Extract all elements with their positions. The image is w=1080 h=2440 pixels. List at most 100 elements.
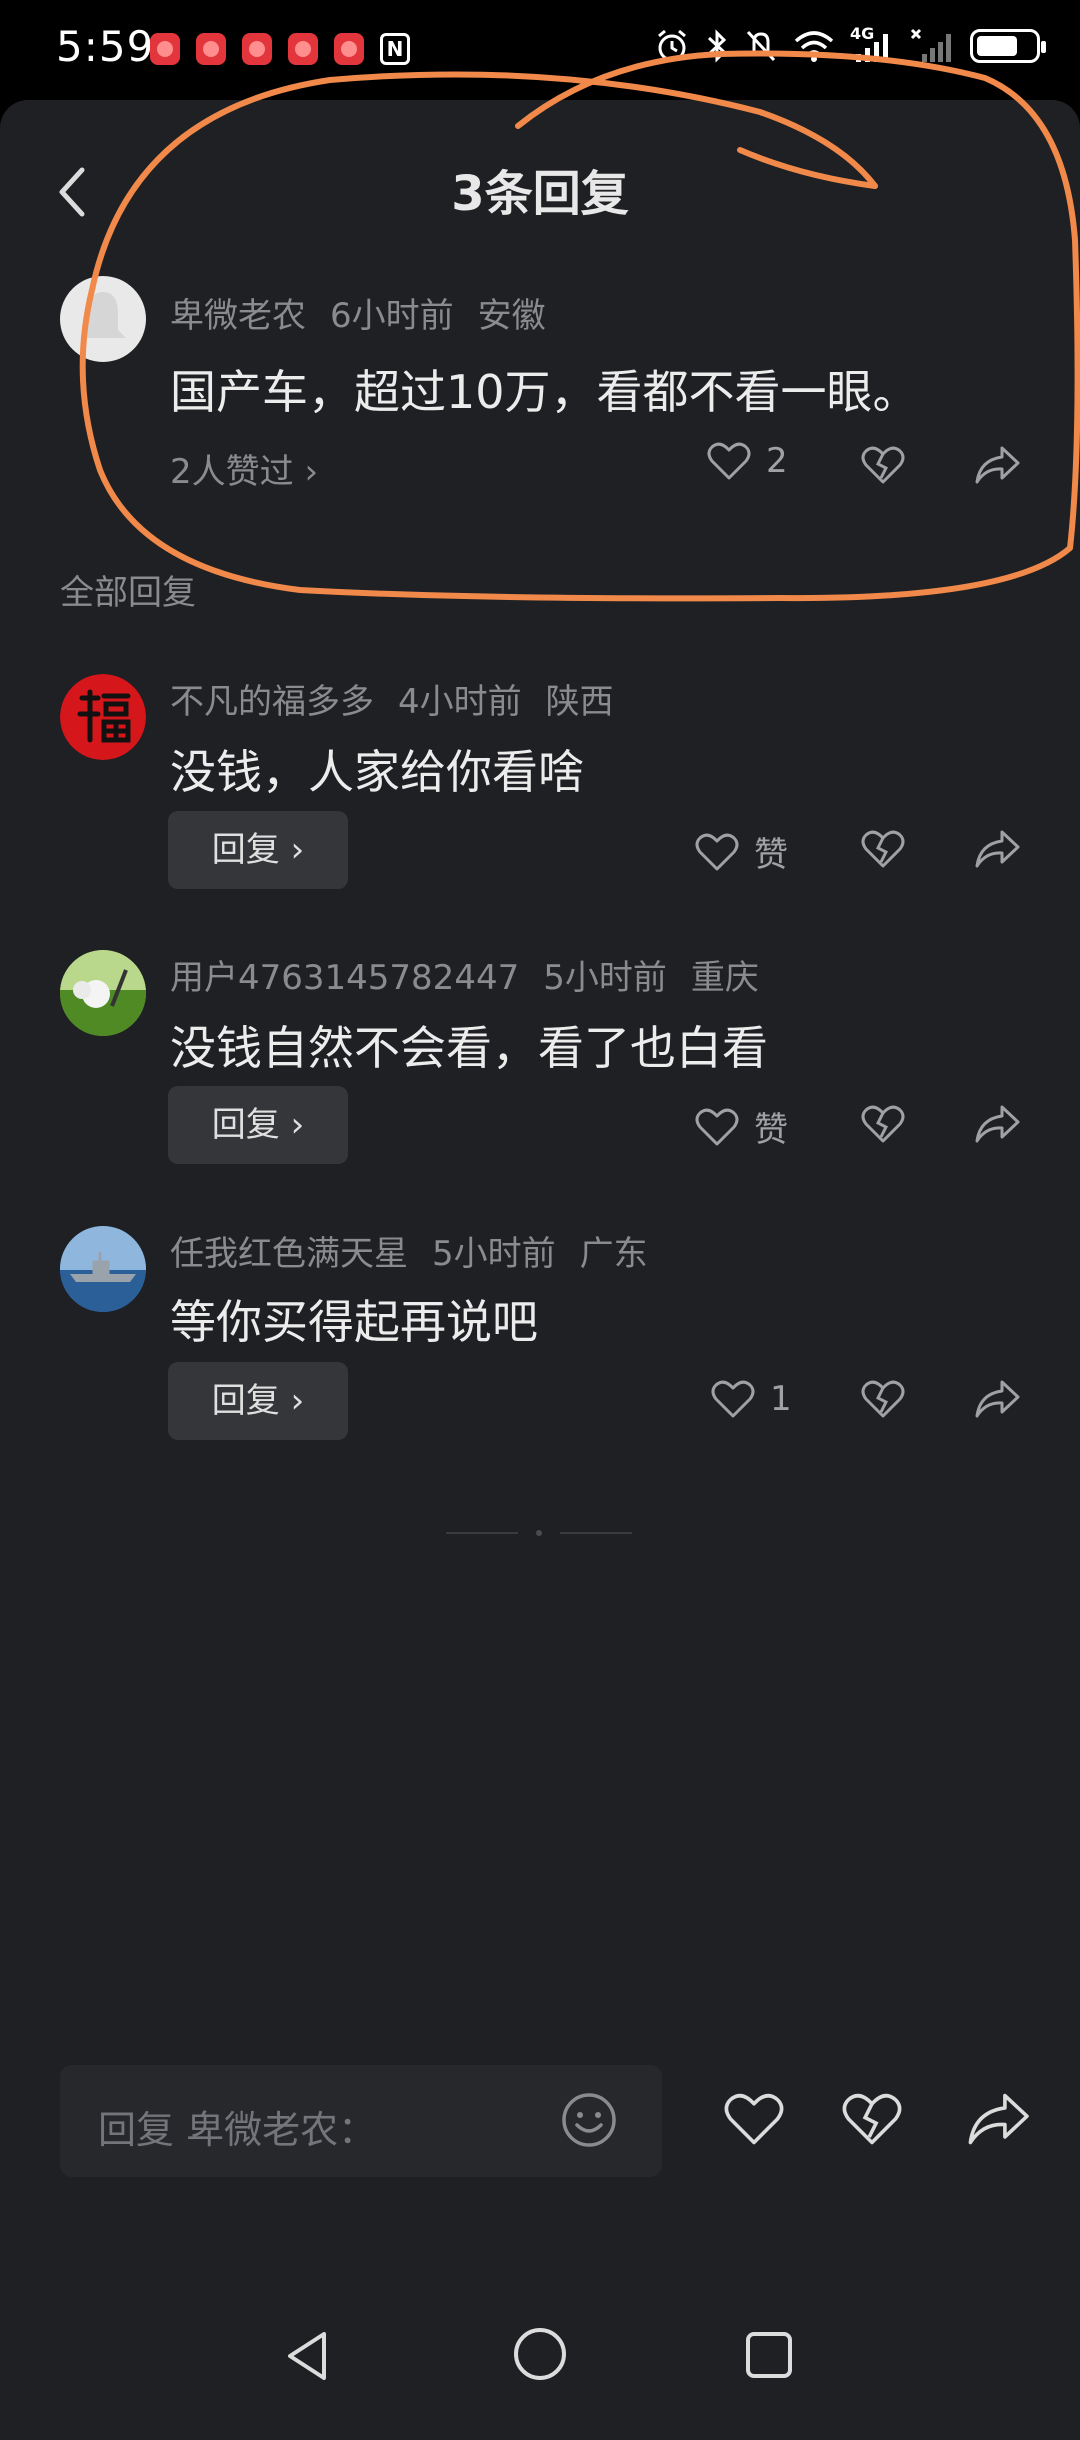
avatar[interactable]: [60, 1226, 146, 1312]
broken-heart-icon: [861, 446, 905, 484]
nav-back-button[interactable]: [282, 2328, 332, 2388]
like-button[interactable]: 赞: [694, 1102, 788, 1151]
broken-heart-icon: [861, 830, 905, 868]
notification-app-icon: [196, 33, 226, 65]
notification-app-icon: [242, 33, 272, 65]
share-icon: [975, 446, 1020, 484]
like-count: 2: [766, 441, 788, 481]
bottom-share-button[interactable]: [966, 2090, 1030, 2152]
reply-input-placeholder: 回复 卑微老农：: [98, 2108, 377, 2152]
like-label: 赞: [754, 1110, 788, 1150]
heart-icon: [695, 833, 739, 870]
comment-text: 没钱，人家给你看啥: [170, 745, 584, 799]
broken-heart-icon: [861, 1380, 905, 1418]
bottom-like-button[interactable]: [722, 2090, 786, 2152]
battery-icon: [970, 29, 1046, 63]
section-label: 全部回复: [60, 573, 196, 613]
bluetooth-icon: [707, 29, 727, 63]
header: 3条回复: [0, 100, 1080, 270]
share-button[interactable]: [974, 1378, 1020, 1424]
broken-heart-icon: [861, 1105, 905, 1143]
signal-4g-icon: 4G: [850, 24, 896, 64]
username[interactable]: 任我红色满天星: [170, 1234, 408, 1274]
like-label: 赞: [754, 835, 788, 875]
avatar[interactable]: [60, 276, 146, 362]
golf-avatar: [60, 950, 146, 1036]
comment-location: 广东: [579, 1234, 648, 1274]
like-button[interactable]: 赞: [694, 827, 788, 876]
notification-app-icon: [288, 33, 318, 65]
dislike-button[interactable]: [860, 1378, 906, 1424]
comment-time: 5小时前: [543, 958, 667, 998]
username[interactable]: 不凡的福多多: [170, 682, 374, 722]
comment-text: 等你买得起再说吧: [170, 1295, 538, 1349]
share-icon: [975, 830, 1020, 868]
replies-sheet: 3条回复 卑微老农 6小时前 安徽 国产车，超过10万，看都不看一眼。 2人赞过 ›…: [0, 100, 1080, 2440]
reply-button[interactable]: 回复 ›: [168, 1086, 348, 1164]
comment-time: 4小时前: [398, 682, 522, 722]
comment-location: 安徽: [477, 296, 546, 336]
comment-text: 国产车，超过10万，看都不看一眼。: [170, 365, 919, 419]
dislike-button[interactable]: [860, 444, 906, 490]
emoji-icon: [562, 2093, 616, 2147]
dislike-button[interactable]: [860, 828, 906, 874]
comment-time: 6小时前: [330, 296, 454, 336]
status-bar: 5:59 N 4G: [0, 0, 1080, 100]
share-button[interactable]: [974, 828, 1020, 874]
heart-icon: [695, 1108, 739, 1145]
like-button[interactable]: 2: [706, 440, 788, 482]
like-count: 1: [770, 1379, 792, 1419]
share-icon: [975, 1380, 1020, 1418]
default-avatar-icon: [80, 292, 126, 338]
like-button[interactable]: 1: [710, 1378, 792, 1420]
end-of-list-divider: [446, 1530, 632, 1536]
divider-line: [446, 1532, 518, 1534]
divider-line: [560, 1532, 632, 1534]
wifi-icon: [794, 31, 834, 62]
comment-text: 没钱自然不会看，看了也白看: [170, 1021, 768, 1075]
bottom-dislike-button[interactable]: [840, 2090, 904, 2152]
heart-icon: [707, 442, 751, 480]
heart-icon: [724, 2093, 784, 2145]
notification-app-icon: [334, 33, 364, 65]
divider-dot: [536, 1530, 542, 1536]
liked-by-link[interactable]: 2人赞过 ›: [170, 444, 318, 493]
nav-recents-icon: [746, 2332, 792, 2378]
nav-back-icon: [288, 2332, 326, 2380]
comment-time: 5小时前: [432, 1234, 556, 1274]
username[interactable]: 卑微老农: [170, 296, 306, 336]
notification-icons: N: [150, 33, 410, 65]
fu-character-avatar: [60, 674, 146, 760]
heart-icon: [711, 1380, 755, 1418]
comment-meta: 不凡的福多多 4小时前 陕西: [170, 674, 638, 723]
warship-avatar: [60, 1226, 146, 1312]
share-button[interactable]: [974, 444, 1020, 490]
dislike-button[interactable]: [860, 1103, 906, 1149]
share-button[interactable]: [974, 1103, 1020, 1149]
notification-app-icon: [150, 33, 180, 65]
mute-icon: [746, 30, 776, 62]
system-navigation-bar: [0, 2280, 1080, 2440]
nfc-icon: N: [380, 33, 410, 65]
nav-home-button[interactable]: [512, 2326, 568, 2386]
status-time: 5:59: [56, 22, 155, 71]
reply-input[interactable]: 回复 卑微老农：: [60, 2065, 662, 2177]
emoji-button[interactable]: [560, 2091, 618, 2153]
broken-heart-icon: [842, 2093, 902, 2145]
reply-button[interactable]: 回复 ›: [168, 1362, 348, 1440]
system-icons: 4G: [654, 24, 1046, 64]
comment-meta: 用户4763145782447 5小时前 重庆: [170, 950, 783, 999]
username[interactable]: 用户4763145782447: [170, 958, 519, 998]
nav-recents-button[interactable]: [744, 2330, 794, 2384]
nav-home-icon: [514, 2328, 566, 2380]
comment-location: 重庆: [690, 958, 759, 998]
page-title: 3条回复: [451, 166, 629, 222]
signal-nosim-icon: [910, 28, 951, 62]
share-icon: [975, 1105, 1020, 1143]
avatar[interactable]: [60, 674, 146, 760]
comment-meta: 卑微老农 6小时前 安徽: [170, 288, 570, 337]
comment-location: 陕西: [545, 682, 614, 722]
reply-button[interactable]: 回复 ›: [168, 811, 348, 889]
avatar[interactable]: [60, 950, 146, 1036]
comment-meta: 任我红色满天星 5小时前 广东: [170, 1226, 672, 1275]
